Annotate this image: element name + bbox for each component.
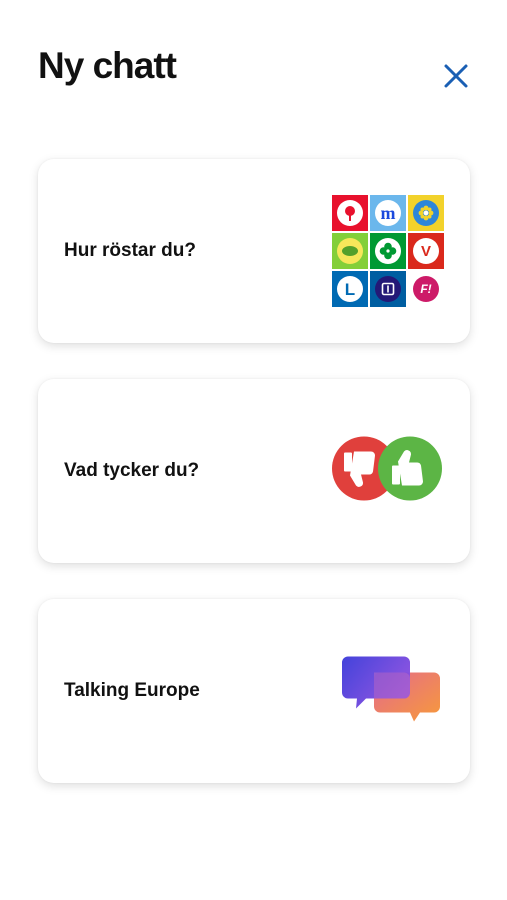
thumbs-up-down-icon (332, 436, 444, 507)
party-logo-mp-icon (332, 233, 368, 269)
card-label: Hur röstar du? (64, 240, 196, 261)
party-logo-v-icon: V (408, 233, 444, 269)
chat-bubbles-icon (340, 655, 444, 728)
card-label: Talking Europe (64, 680, 200, 701)
close-icon (444, 64, 468, 88)
party-logo-s-icon (332, 195, 368, 231)
card-how-do-you-vote[interactable]: Hur röstar du? m V L F! (38, 159, 470, 343)
party-logos-grid-icon: m V L F! (332, 195, 444, 307)
card-what-do-you-think[interactable]: Vad tycker du? (38, 379, 470, 563)
party-logo-m-icon: m (370, 195, 406, 231)
party-logo-c-icon (370, 233, 406, 269)
party-logo-kd-icon (370, 271, 406, 307)
card-talking-europe[interactable]: Talking Europe (38, 599, 470, 783)
thumbs-up-icon (378, 436, 442, 501)
party-logo-fi-icon: F! (408, 271, 444, 307)
new-chat-screen: Ny chatt Hur röstar du? m V L F! Vad tyc… (0, 0, 507, 900)
close-button[interactable] (436, 56, 476, 96)
page-title: Ny chatt (38, 45, 177, 86)
card-label: Vad tycker du? (64, 460, 200, 481)
party-logo-sd-icon (408, 195, 444, 231)
party-logo-l-icon: L (332, 271, 368, 307)
